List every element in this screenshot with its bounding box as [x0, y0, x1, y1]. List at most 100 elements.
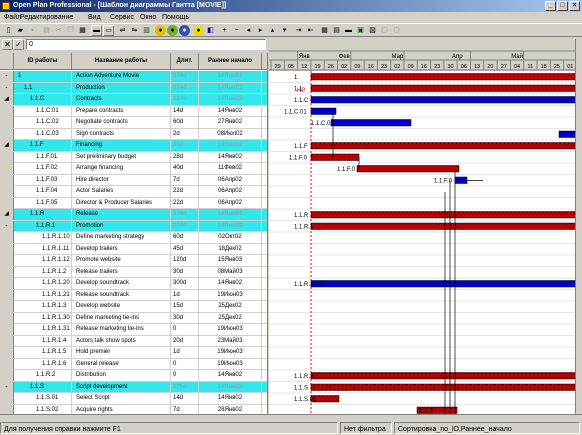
cell-early-start[interactable]: 14Янв02: [199, 71, 262, 82]
table-row[interactable]: 1.1.C.03 Sign contracts 2d 08Июл02: [0, 128, 267, 140]
cell-task-name[interactable]: Distribution: [72, 370, 171, 381]
cell-early-start[interactable]: 15Янв03: [199, 255, 262, 266]
cell-task-id[interactable]: 1.1.R.1.5: [14, 347, 72, 358]
cell-task-id[interactable]: 1: [14, 71, 72, 82]
cut-icon[interactable]: ✂: [53, 25, 64, 36]
cell-early-start[interactable]: 06Апр02: [199, 186, 262, 197]
cell-duration[interactable]: 36d: [171, 140, 199, 151]
cell-task-name[interactable]: Develop trailers: [72, 243, 171, 255]
cell-task-id[interactable]: 1.1.R.1.3: [14, 301, 72, 312]
resource-icon[interactable]: ●: [179, 25, 190, 36]
cell-duration[interactable]: 14d: [171, 393, 199, 404]
cell-extra[interactable]: [262, 117, 267, 128]
cell-duration[interactable]: 374d: [171, 220, 199, 232]
cell-extra[interactable]: [262, 152, 267, 163]
expand-toggle[interactable]: [0, 266, 14, 278]
table-icon[interactable]: ▤: [331, 25, 342, 36]
gantt-view-icon[interactable]: ▬: [343, 25, 354, 36]
cell-early-start[interactable]: 14Янв02: [199, 105, 262, 117]
cell-task-id[interactable]: 1.1.R.1.31: [14, 324, 72, 335]
cell-duration[interactable]: 45d: [171, 243, 199, 255]
cell-task-id[interactable]: 1.1.S.01: [14, 393, 72, 404]
cell-early-start[interactable]: 14Янв02: [199, 220, 262, 232]
table-row[interactable]: -1.1.S Script development 175d 14Янв02: [0, 381, 267, 393]
link-icon[interactable]: ⇌: [117, 25, 128, 36]
cell-early-start[interactable]: 25Дек02: [199, 301, 262, 312]
expand-toggle[interactable]: ◢: [0, 209, 14, 220]
table-row[interactable]: -1.1 Production 374d 14Янв02: [0, 82, 267, 94]
expand-toggle[interactable]: ◢: [0, 94, 14, 105]
table-row[interactable]: 1.1.F.04 Actor Salaries 22d 06Апр02: [0, 186, 267, 198]
cell-early-start[interactable]: 19Июн03: [199, 347, 262, 358]
cell-task-id[interactable]: 1.1.R.1.21: [14, 289, 72, 301]
header-extra[interactable]: [262, 53, 267, 70]
cell-task-id[interactable]: 1.1.R.1.10: [14, 232, 72, 243]
expand-toggle[interactable]: [0, 197, 14, 209]
table-row[interactable]: 1.1.R.1.3 Develop website 15d 25Дек02: [0, 301, 267, 313]
cell-task-name[interactable]: General release: [72, 358, 171, 370]
cell-early-start[interactable]: 06Апр02: [199, 197, 262, 209]
vertical-scrollbar[interactable]: [575, 39, 582, 414]
menu-view[interactable]: Вид: [88, 12, 101, 23]
zoom-out-icon[interactable]: −: [231, 25, 242, 36]
cell-task-name[interactable]: Contracts: [72, 94, 171, 105]
cell-task-id[interactable]: 1.1.F: [14, 140, 72, 151]
cell-task-id[interactable]: 1.1.F.02: [14, 163, 72, 174]
cell-early-start[interactable]: 02Окт02: [199, 232, 262, 243]
cell-extra[interactable]: [262, 324, 267, 335]
cell-early-start[interactable]: 14Янв02: [199, 82, 262, 94]
cell-early-start[interactable]: 14Янв02: [199, 151, 262, 163]
close-button[interactable]: ×: [569, 1, 580, 11]
horizontal-scrollbar[interactable]: [0, 414, 582, 421]
calc-icon[interactable]: ●: [193, 25, 204, 36]
cell-task-name[interactable]: Release marketing tie-ins: [72, 324, 171, 335]
expand-toggle[interactable]: [0, 128, 14, 140]
cell-early-start[interactable]: 14Янв02: [199, 278, 262, 289]
cell-early-start[interactable]: 08Май03: [199, 266, 262, 278]
cell-duration[interactable]: 14d: [171, 105, 199, 117]
cell-early-start[interactable]: 25Дек02: [199, 312, 262, 324]
cell-task-name[interactable]: Hold premier: [72, 347, 171, 358]
cell-extra[interactable]: [262, 83, 267, 94]
grid-icon[interactable]: ▦: [319, 25, 330, 36]
cell-extra[interactable]: [262, 186, 267, 197]
save-icon[interactable]: ▪: [27, 25, 38, 36]
cell-task-name[interactable]: Define marketing tie-ins: [72, 312, 171, 324]
cell-duration[interactable]: 175d: [171, 381, 199, 393]
table-row[interactable]: 1.1.R.1.12 Promote website 120d 15Янв03: [0, 255, 267, 267]
cell-early-start[interactable]: 14Янв02: [199, 140, 262, 151]
expand-toggle[interactable]: [0, 324, 14, 335]
table-row[interactable]: 1.1.C.02 Negotiate contracts 60d 27Янв02: [0, 117, 267, 129]
menu-tools[interactable]: Сервис: [110, 12, 134, 23]
arrow-left-icon[interactable]: ◂: [243, 25, 254, 36]
copy-icon[interactable]: ❐: [65, 25, 76, 36]
cell-early-start[interactable]: 11Фев02: [199, 163, 262, 174]
indent-icon[interactable]: ⇥: [293, 25, 304, 36]
cell-task-id[interactable]: 1.1.C.03: [14, 128, 72, 140]
cell-task-id[interactable]: 1.1.R.1.4: [14, 335, 72, 347]
cell-extra[interactable]: [262, 232, 267, 243]
cell-task-id[interactable]: 1.1.R.1.30: [14, 312, 72, 324]
expand-toggle[interactable]: [0, 312, 14, 324]
cell-task-name[interactable]: Arrange financing: [72, 163, 171, 174]
cell-extra[interactable]: [262, 405, 267, 415]
cell-extra[interactable]: [262, 278, 267, 289]
cell-task-name[interactable]: Select Script: [72, 393, 171, 404]
delete-task-icon[interactable]: ▭: [103, 25, 114, 36]
cell-duration[interactable]: 1d: [171, 289, 199, 301]
table-row[interactable]: 1.1.R.1.2 Release trailers 30d 08Май03: [0, 266, 267, 278]
table-row[interactable]: -1 Action Adventure Movie 374d 14Янв02: [0, 71, 267, 83]
cell-duration[interactable]: 15d: [171, 301, 199, 312]
window-icon[interactable]: ▢: [379, 25, 390, 36]
table-row[interactable]: 1.1.F.01 Set preliminary budget 28d 14Янв02: [0, 151, 267, 163]
cell-early-start[interactable]: 14Янв02: [199, 381, 262, 393]
cell-task-id[interactable]: 1.1.S.02: [14, 404, 72, 414]
cell-duration[interactable]: 7d: [171, 404, 199, 414]
arrow-up-icon[interactable]: ▴: [267, 25, 278, 36]
cell-early-start[interactable]: 06Апр02: [199, 174, 262, 186]
cell-task-name[interactable]: Production: [72, 82, 171, 94]
cell-duration[interactable]: 0: [171, 324, 199, 335]
cell-extra[interactable]: [262, 71, 267, 82]
arrow-down-icon[interactable]: ▾: [279, 25, 290, 36]
cell-extra[interactable]: [262, 255, 267, 266]
